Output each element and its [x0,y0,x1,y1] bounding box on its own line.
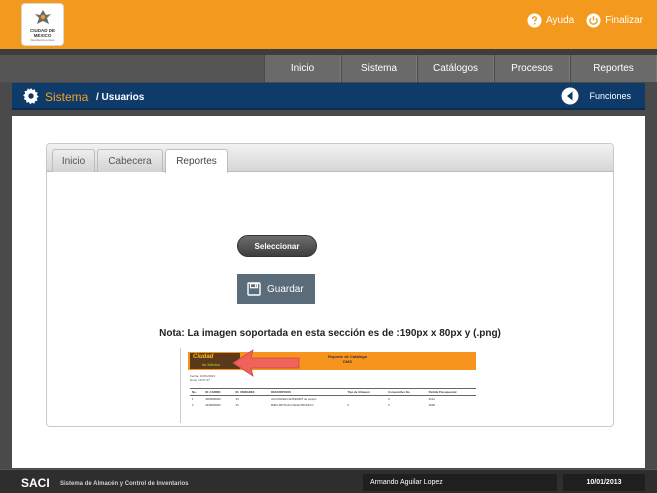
select-file-button[interactable]: Seleccionar [237,235,317,257]
logout-label: Finalizar [605,15,643,26]
main-nav: Inicio Sistema Catálogos Procesos Report… [0,49,657,82]
table-cell: 3330000000 [205,403,221,407]
help-label: Ayuda [546,15,575,26]
main-content: Inicio Cabecera Reportes Seleccionar Gua… [12,116,645,468]
tab-reportes[interactable]: Reportes [165,149,228,173]
functions-label: Funciones [589,91,631,101]
functions-button[interactable]: Funciones [561,87,631,105]
preview-table-header: No. ID. CARRIO ID. UNIDADES DESCRIPCION … [190,388,476,396]
help-icon [527,13,542,28]
tab-strip: Inicio Cabecera Reportes [47,144,613,173]
preview-col: DESCRIPCION [269,388,346,396]
table-cell: 2008 [428,403,435,407]
logo-subtext: Decidiendo juntos [30,37,55,42]
preview-col: ID. CARRIO [203,388,234,396]
tab-cabecera[interactable]: Cabecera [97,149,163,172]
preview-logo-text: Ciudad [193,354,214,360]
nav-item-procesos[interactable]: Procesos [494,55,570,82]
power-icon [586,13,601,28]
gear-icon [23,87,39,105]
tab-inicio[interactable]: Inicio [52,149,95,172]
header-actions: Ayuda Finalizar [527,13,643,28]
eagle-logo-icon [34,9,51,24]
current-user: Armando Aguilar Lopez [363,474,557,491]
tab-panel: Inicio Cabecera Reportes Seleccionar Gua… [46,143,614,427]
section-title: Sistema [45,90,89,104]
preview-title: Reporte de Catálogo DMS [328,354,367,364]
table-cell: BIEN ARTICULO ELECTRONICO [271,403,314,407]
logo-text: CIUDAD DE MÉXICO [29,27,55,38]
table-cell: 0 [347,403,350,407]
section-bar: Sistema / Usuarios Funciones [12,83,645,110]
report-preview-image: Ciudad de México Reporte de Catálogo DMS… [180,348,476,423]
table-cell: 2 [192,403,194,407]
nav-item-reportes[interactable]: Reportes [570,55,657,82]
arrow-left-circle-icon [561,87,579,105]
preview-table: No. ID. CARRIO ID. UNIDADES DESCRIPCION … [190,388,476,408]
footer-brand: SACI [21,476,50,490]
image-format-note: Nota: La imagen soportada en esta secció… [159,328,501,339]
preview-time: Hora: 10:07:47 [190,378,210,382]
preview-col: Partida Presupuestal [426,388,476,396]
nav-item-inicio[interactable]: Inicio [264,55,341,82]
preview-logo-subtext: de México [202,362,221,367]
preview-col: ID. UNIDADES [233,388,270,396]
city-logo[interactable]: CIUDAD DE MÉXICO Decidiendo juntos [21,3,64,46]
current-date: 10/01/2013 [563,474,645,491]
nav-item-catalogos[interactable]: Catálogos [417,55,494,82]
table-cell: 33 [235,403,239,407]
save-label: Guardar [267,283,304,295]
save-button[interactable]: Guardar [237,274,315,304]
preview-meta: Fecha: 10/01/2013 Hora: 10:07:47 [190,374,215,382]
preview-title-line2: DMS [343,359,352,364]
section-subtitle: / Usuarios [96,92,145,103]
table-cell: 0 [388,403,390,407]
arrow-left-annotation-icon [232,349,300,377]
preview-col: Consecutivo No. [386,388,427,396]
footer-bar: SACI Sistema de Almacén y Control de Inv… [0,469,657,493]
footer-description: Sistema de Almacén y Control de Inventar… [60,481,189,487]
nav-menu: Inicio Sistema Catálogos Procesos Report… [264,55,657,82]
top-header: CIUDAD DE MÉXICO Decidiendo juntos Ayuda… [0,0,657,49]
nav-item-sistema[interactable]: Sistema [341,55,417,82]
help-link[interactable]: Ayuda [527,13,574,28]
floppy-disk-icon [247,282,261,296]
logout-link[interactable]: Finalizar [586,13,643,28]
preview-col: No. [190,388,204,396]
table-row: 2 3330000000 33 BIEN ARTICULO ELECTRONIC… [190,402,476,408]
preview-col: Tipo de Almacen [345,388,387,396]
